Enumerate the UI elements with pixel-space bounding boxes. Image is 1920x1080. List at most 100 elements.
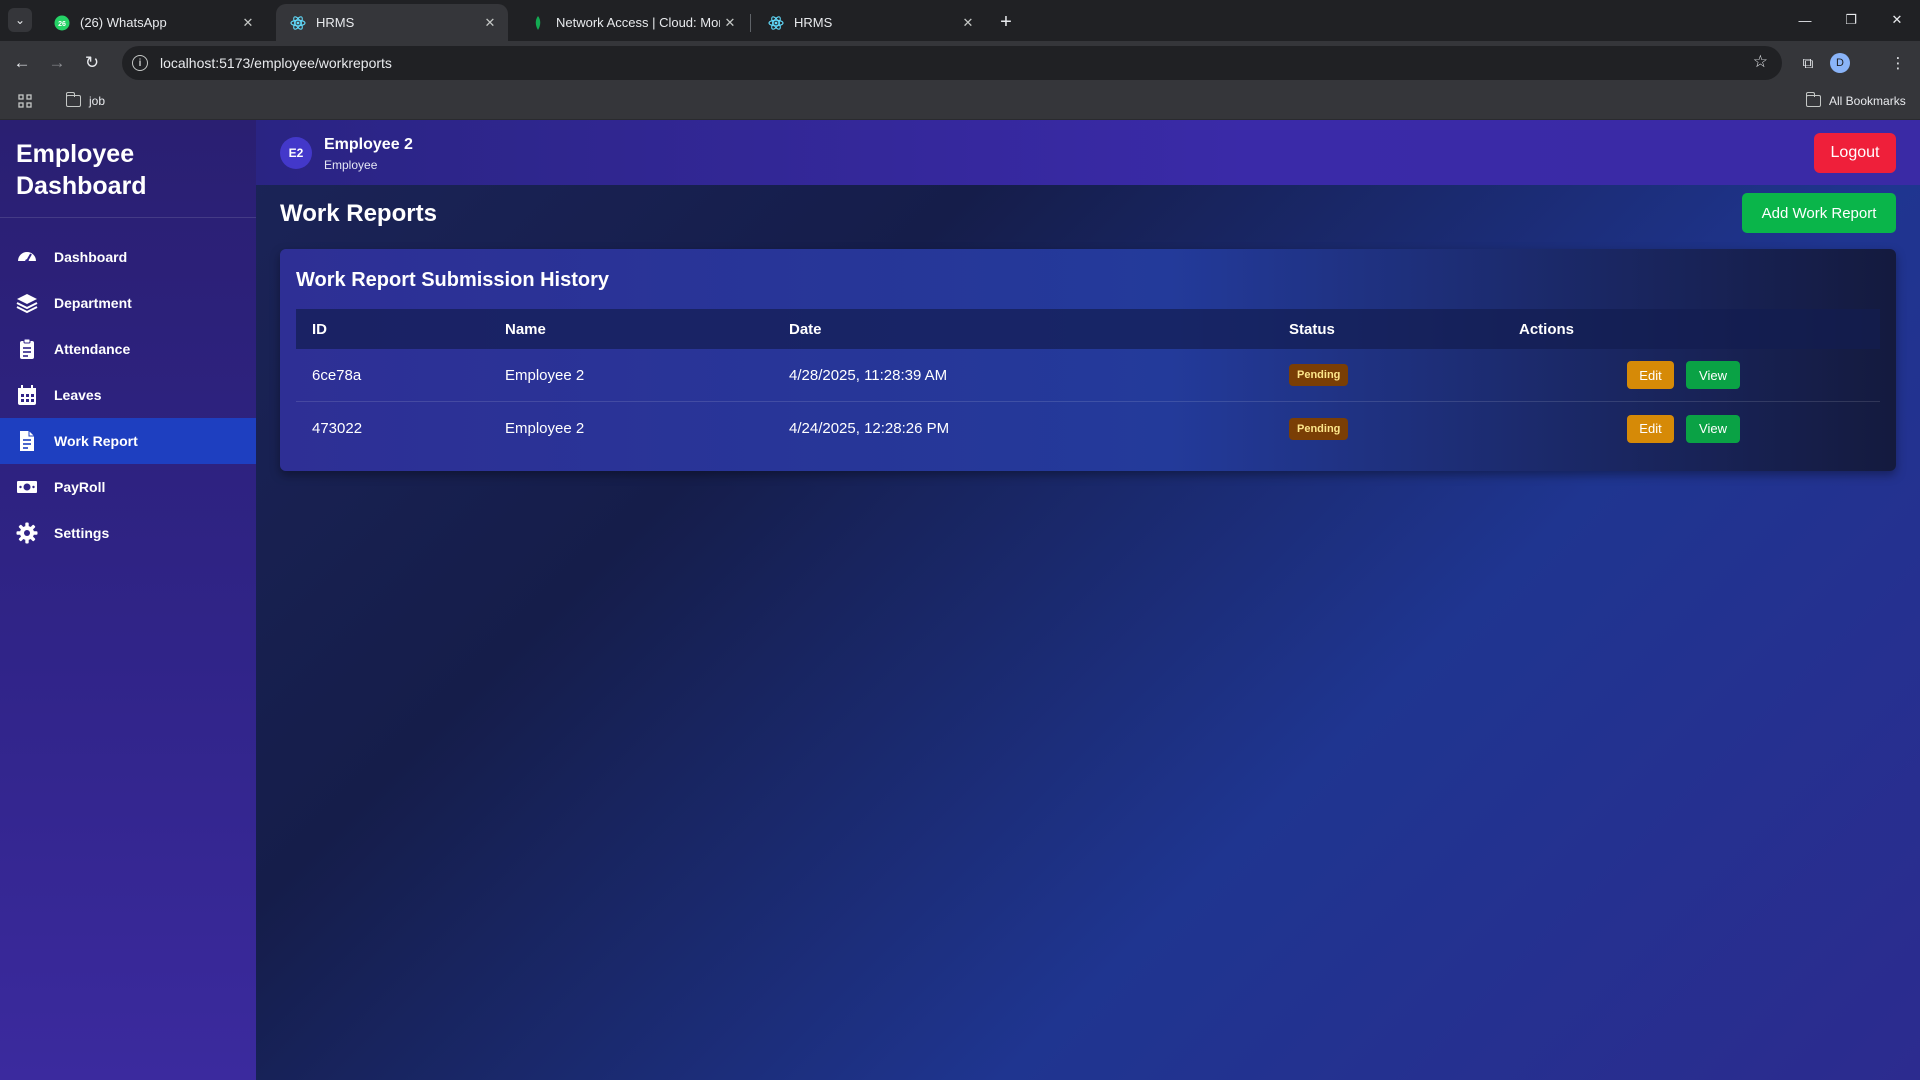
- app-root: Employee Dashboard Dashboard Department …: [0, 120, 1920, 1080]
- top-header: E2 Employee 2 Employee Logout: [256, 120, 1920, 185]
- column-header-status: Status: [1289, 320, 1335, 338]
- cell-actions: Edit View: [1519, 361, 1880, 389]
- work-report-table: ID Name Date Status Actions 6ce78a Emplo…: [296, 309, 1880, 455]
- logout-button[interactable]: Logout: [1814, 133, 1896, 173]
- profile-button[interactable]: D: [1828, 51, 1852, 75]
- sidebar-item-label: PayRoll: [54, 479, 106, 495]
- bookmark-folder-job[interactable]: job: [65, 92, 106, 108]
- page-title: Work Reports: [280, 200, 437, 227]
- apps-grid-icon[interactable]: [18, 94, 32, 108]
- tab-search-chevron-icon[interactable]: ⌄: [8, 8, 32, 32]
- extensions-puzzle-icon[interactable]: ⧉: [1796, 51, 1820, 75]
- sidebar-title: Employee Dashboard: [0, 120, 256, 218]
- sidebar-item-label: Department: [54, 295, 132, 311]
- sidebar-item-department[interactable]: Department: [0, 280, 256, 326]
- layers-icon: [16, 292, 38, 314]
- url-text: localhost:5173/employee/workreports: [160, 55, 392, 71]
- react-icon: [768, 15, 784, 31]
- minimize-window-icon[interactable]: —: [1782, 0, 1828, 40]
- speedometer-icon: [16, 246, 38, 268]
- card-title: Work Report Submission History: [296, 269, 610, 291]
- sidebar-item-label: Settings: [54, 525, 110, 541]
- cell-status: Pending: [1289, 364, 1519, 386]
- close-tab-icon[interactable]: ✕: [958, 13, 978, 33]
- mongodb-leaf-icon: [530, 15, 546, 31]
- tab-title: (26) WhatsApp: [80, 15, 167, 30]
- edit-button[interactable]: Edit: [1627, 414, 1674, 443]
- close-tab-icon[interactable]: ✕: [720, 13, 740, 33]
- table-row: 6ce78a Employee 2 4/28/2025, 11:28:39 AM…: [296, 349, 1880, 402]
- sidebar-item-label: Leaves: [54, 387, 102, 403]
- site-info-icon[interactable]: i: [132, 55, 148, 71]
- close-tab-icon[interactable]: ✕: [238, 13, 258, 33]
- cell-id: 473022: [312, 420, 363, 437]
- tab-title: HRMS: [316, 15, 355, 30]
- column-header-date: Date: [789, 320, 822, 338]
- document-icon: [16, 430, 38, 452]
- bookmark-star-icon[interactable]: ☆: [1753, 52, 1768, 72]
- sidebar-item-leaves[interactable]: Leaves: [0, 372, 256, 418]
- whatsapp-icon: 26: [54, 15, 70, 31]
- restore-window-icon[interactable]: ❐: [1828, 0, 1874, 40]
- browser-tab-strip: ⌄ 26 (26) WhatsApp ✕ HRMS ✕ Network Acce…: [0, 0, 1920, 41]
- forward-arrow-icon[interactable]: →: [43, 49, 71, 77]
- main-content: E2 Employee 2 Employee Logout Work Repor…: [256, 120, 1920, 1080]
- back-arrow-icon[interactable]: ←: [8, 49, 36, 77]
- tab-title: Network Access | Cloud: Mongo: [556, 15, 720, 30]
- sidebar-item-settings[interactable]: Settings: [0, 510, 256, 556]
- close-tab-icon[interactable]: ✕: [480, 13, 500, 33]
- bookmark-folder-label: job: [89, 94, 106, 108]
- view-button[interactable]: View: [1686, 414, 1740, 443]
- work-report-history-card: Work Report Submission History ID Name D…: [280, 249, 1896, 471]
- sidebar-item-label: Work Report: [54, 433, 138, 449]
- browser-toolbar: ← → ↻ i localhost:5173/employee/workrepo…: [0, 41, 1920, 85]
- cell-status: Pending: [1289, 417, 1519, 440]
- tab-title: HRMS: [794, 15, 833, 30]
- cell-date: 4/28/2025, 11:28:39 AM: [789, 366, 948, 384]
- column-header-id: ID: [312, 320, 327, 338]
- clipboard-icon: [16, 338, 38, 360]
- all-bookmarks[interactable]: All Bookmarks: [1805, 92, 1906, 108]
- cell-name: Employee 2: [505, 420, 585, 437]
- browser-menu-kebab-icon[interactable]: ⋮: [1886, 51, 1910, 75]
- edit-button[interactable]: Edit: [1627, 361, 1674, 389]
- cell-actions: Edit View: [1519, 414, 1880, 443]
- user-role: Employee: [324, 158, 378, 172]
- sidebar-item-payroll[interactable]: PayRoll: [0, 464, 256, 510]
- sidebar-item-work-report[interactable]: Work Report: [0, 418, 256, 464]
- calendar-icon: [16, 384, 38, 406]
- cell-id: 6ce78a: [312, 366, 362, 384]
- sidebar-item-label: Attendance: [54, 341, 131, 357]
- table-header-row: ID Name Date Status Actions: [296, 309, 1880, 349]
- address-bar[interactable]: i localhost:5173/employee/workreports ☆: [122, 46, 1782, 80]
- sidebar-item-label: Dashboard: [54, 249, 128, 265]
- folder-icon: [1805, 92, 1821, 107]
- close-window-icon[interactable]: ✕: [1874, 0, 1920, 40]
- sidebar-item-dashboard[interactable]: Dashboard: [0, 234, 256, 280]
- cell-date: 4/24/2025, 12:28:26 PM: [789, 420, 950, 437]
- sidebar: Employee Dashboard Dashboard Department …: [0, 120, 256, 1080]
- new-tab-plus-icon[interactable]: +: [992, 8, 1020, 36]
- folder-icon: [65, 92, 81, 107]
- bookmarks-bar: job All Bookmarks: [0, 85, 1920, 120]
- tab-separator: [750, 14, 751, 32]
- reload-icon[interactable]: ↻: [78, 49, 106, 77]
- profile-avatar: D: [1830, 53, 1850, 73]
- browser-tab-whatsapp[interactable]: 26 (26) WhatsApp ✕: [40, 4, 266, 41]
- table-row: 473022 Employee 2 4/24/2025, 12:28:26 PM…: [296, 402, 1880, 455]
- status-badge: Pending: [1289, 417, 1349, 440]
- sidebar-nav: Dashboard Department Attendance Leaves W…: [0, 234, 256, 556]
- gear-icon: [16, 522, 38, 544]
- add-work-report-button[interactable]: Add Work Report: [1742, 193, 1896, 233]
- browser-tab-hrms[interactable]: HRMS ✕: [754, 4, 986, 41]
- browser-tab-hrms-active[interactable]: HRMS ✕: [276, 4, 508, 41]
- view-button[interactable]: View: [1686, 361, 1740, 389]
- browser-tab-mongodb[interactable]: Network Access | Cloud: Mongo ✕: [516, 4, 748, 41]
- svg-text:26: 26: [58, 21, 66, 28]
- column-header-actions: Actions: [1519, 320, 1575, 338]
- sidebar-item-attendance[interactable]: Attendance: [0, 326, 256, 372]
- money-icon: [16, 476, 38, 498]
- all-bookmarks-label: All Bookmarks: [1829, 94, 1906, 108]
- column-header-name: Name: [505, 320, 546, 338]
- status-badge: Pending: [1289, 364, 1349, 386]
